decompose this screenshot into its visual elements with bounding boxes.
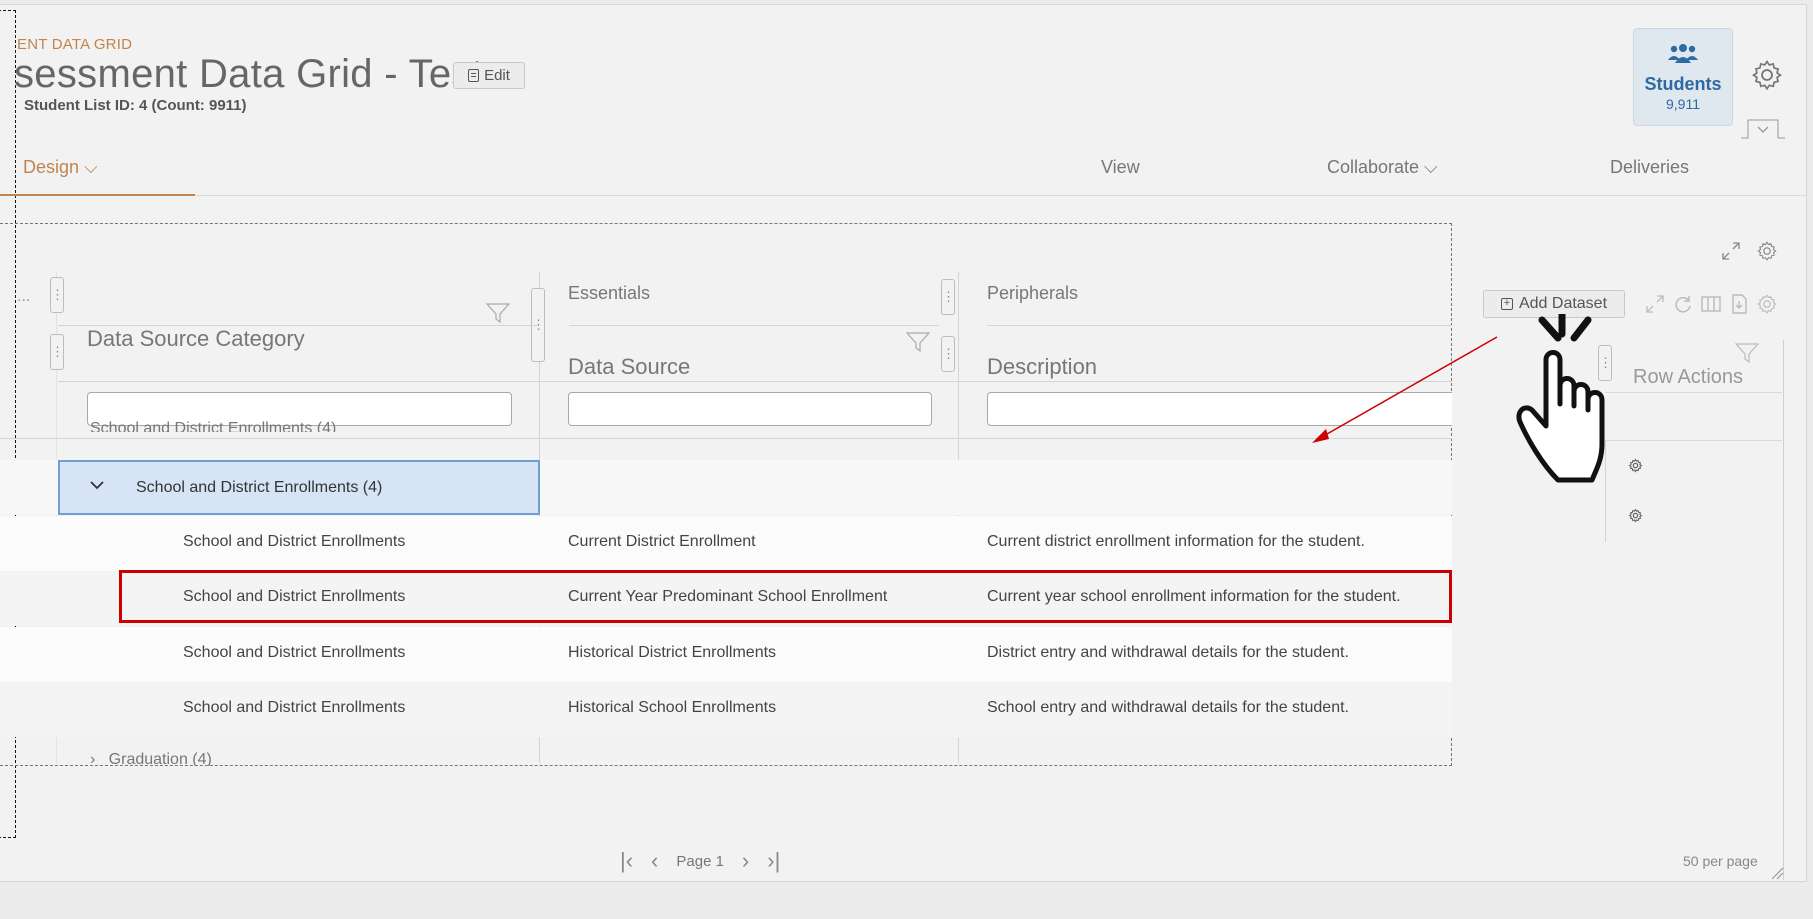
students-tile[interactable]: Students 9,911 (1633, 28, 1733, 126)
category-cell: School and District Enrollments (183, 699, 406, 716)
tab-view[interactable]: View (1101, 157, 1140, 178)
column-header-source[interactable]: Data Source (568, 354, 690, 380)
source-cell: Historical District Enrollments (568, 644, 777, 661)
column-header-description[interactable]: Description (987, 354, 1097, 380)
chevron-right-icon: › (90, 751, 109, 766)
resize-handle-icon[interactable] (1770, 866, 1784, 880)
student-list-info: Student List ID: 4 (Count: 9911) (24, 97, 247, 114)
category-cell: School and District Enrollments (183, 533, 406, 550)
description-cell: District entry and withdrawal details fo… (987, 644, 1349, 661)
left-stub: ... (17, 288, 31, 305)
group-label: School and District Enrollments (4) (136, 479, 383, 496)
header-divider (987, 325, 1452, 326)
panel-settings-icon[interactable] (1756, 240, 1778, 262)
group-header-peripherals: Peripherals (987, 283, 1079, 303)
students-count: 9,911 (1666, 96, 1700, 112)
group-header-essentials: Essentials (568, 283, 651, 303)
breadcrumb[interactable]: ENT DATA GRID (17, 36, 132, 53)
source-cell: Current District Enrollment (568, 533, 756, 550)
first-page-icon[interactable]: |‹ (620, 848, 633, 874)
table-row[interactable]: School and District Enrollments Historic… (0, 682, 1452, 737)
column-menu-handle[interactable]: ⋮ (941, 336, 955, 372)
category-cell: School and District Enrollments (183, 644, 406, 661)
expand-icon[interactable] (1644, 293, 1666, 315)
header-divider (569, 325, 939, 326)
prev-page-icon[interactable]: ‹ (651, 848, 658, 874)
partial-group-row: › Graduation (4) (90, 751, 212, 766)
highlight-box (119, 570, 1452, 623)
tab-design[interactable]: Design ⌵ (23, 157, 98, 178)
source-filter-input[interactable] (568, 392, 932, 426)
partial-group-row: School and District Enrollments (4) (90, 420, 337, 432)
next-page-icon[interactable]: › (742, 848, 749, 874)
tab-collaborate[interactable]: Collaborate ⌵ (1327, 157, 1438, 178)
partial-group-label: Graduation (4) (108, 751, 212, 766)
source-cell: Historical School Enrollments (568, 699, 777, 716)
filter-icon[interactable] (486, 303, 510, 323)
plus-icon: + (1500, 298, 1513, 310)
column-menu-handle[interactable]: ⋮ (50, 334, 64, 370)
settings-gear-icon[interactable] (1750, 58, 1784, 92)
table-row[interactable]: School and District Enrollments Historic… (0, 627, 1452, 682)
refresh-icon[interactable] (1672, 293, 1694, 315)
pager: |‹ ‹ Page 1 › ›| (620, 848, 780, 874)
group-row-enrollments[interactable]: School and District Enrollments (4) (58, 460, 540, 515)
pointing-hand-icon (1516, 314, 1605, 483)
document-icon (468, 69, 480, 82)
collapse-header-icon[interactable] (1740, 118, 1786, 140)
row-actions-header: Row Actions (1633, 366, 1744, 388)
last-page-icon[interactable]: ›| (767, 848, 780, 874)
active-tab-indicator (0, 194, 195, 196)
users-icon (1668, 44, 1698, 63)
column-header-category[interactable]: Data Source Category (87, 326, 305, 352)
page-indicator: Page 1 (676, 852, 724, 870)
columns-icon[interactable] (1700, 293, 1722, 315)
students-label: Students (1644, 74, 1722, 94)
header-divider (0, 438, 1452, 439)
per-page-select[interactable]: 50 per page (1683, 853, 1758, 869)
add-dataset-label: Add Dataset (1518, 295, 1608, 312)
header-divider (58, 381, 1452, 382)
tab-deliveries[interactable]: Deliveries (1610, 157, 1689, 178)
panel-border (1783, 340, 1784, 880)
tab-bar: Design ⌵ View Collaborate ⌵ Deliveries (0, 145, 1806, 196)
column-menu-handle[interactable]: ⋮ (941, 279, 955, 315)
chevron-down-icon[interactable] (90, 478, 104, 492)
table-row[interactable]: School and District Enrollments Current … (0, 516, 1452, 571)
grid-settings-icon[interactable] (1756, 293, 1778, 315)
edit-button[interactable]: Edit (453, 62, 525, 89)
edit-button-label: Edit (484, 67, 510, 84)
description-cell: Current district enrollment information … (987, 533, 1365, 550)
download-icon[interactable] (1728, 293, 1750, 315)
description-cell: School entry and withdrawal details for … (987, 699, 1349, 716)
expand-icon[interactable] (1720, 240, 1742, 262)
page-title: sessment Data Grid - Test (14, 52, 484, 96)
column-menu-handle[interactable]: ⋮ (50, 277, 64, 313)
filter-icon[interactable] (1735, 343, 1759, 363)
annotation-arrow (1312, 336, 1498, 443)
row-settings-icon[interactable] (1628, 508, 1643, 523)
filter-icon[interactable] (906, 332, 930, 352)
